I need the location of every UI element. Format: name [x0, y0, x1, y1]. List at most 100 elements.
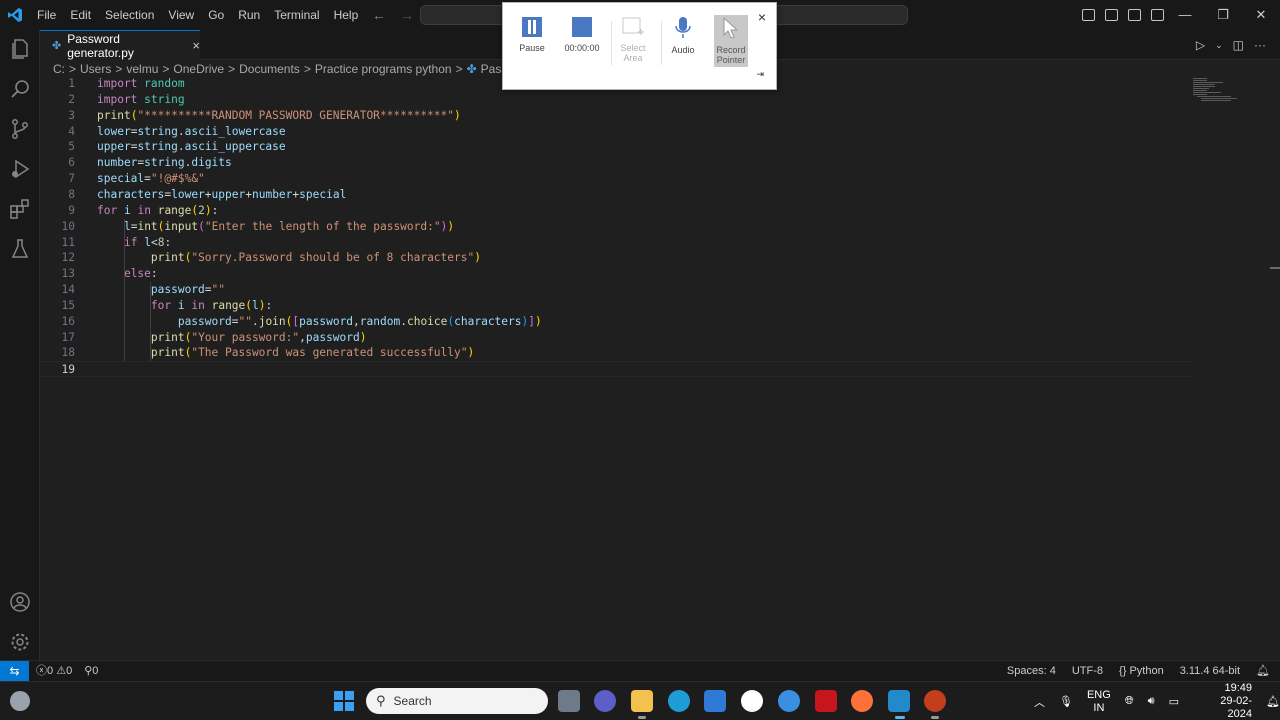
audio-button[interactable]: Audio — [661, 17, 705, 55]
menu-run[interactable]: Run — [231, 0, 267, 30]
code-line[interactable]: 14 password="" — [40, 282, 1190, 298]
search-icon[interactable] — [8, 77, 32, 101]
code-line[interactable]: 19 — [40, 361, 1190, 378]
line-number[interactable]: 5 — [40, 139, 75, 155]
clock[interactable]: 19:49 29-02-2024 — [1199, 682, 1252, 720]
pause-button[interactable]: Pause — [510, 17, 554, 53]
code-line[interactable]: 12 print("Sorry.Password should be of 8 … — [40, 250, 1190, 266]
testing-flask-icon[interactable] — [8, 237, 32, 261]
toggle-panel-icon[interactable] — [1105, 9, 1118, 21]
more-actions-icon[interactable]: ··· — [1254, 38, 1266, 52]
customize-layout-icon[interactable] — [1151, 9, 1164, 21]
back-arrow-icon[interactable]: ← — [372, 7, 386, 23]
code-editor[interactable]: 1 import random 2 import string 3 print("****… — [40, 76, 1270, 660]
line-number[interactable]: 10 — [40, 219, 75, 235]
encoding-indicator[interactable]: UTF-8 — [1072, 661, 1103, 681]
code-line[interactable]: 10 l=int(input("Enter the length of the … — [40, 219, 1190, 235]
line-number[interactable]: 15 — [40, 298, 75, 314]
github-icon[interactable] — [741, 690, 763, 712]
mcafee-icon[interactable] — [815, 690, 837, 712]
split-editor-icon[interactable]: ◫ — [1233, 38, 1244, 52]
restore-icon[interactable]: ❐ — [1204, 0, 1242, 30]
line-number[interactable]: 6 — [40, 155, 75, 171]
tab-password-generator[interactable]: ✤ Password generator.py × — [40, 30, 200, 60]
breadcrumb-users[interactable]: Users — [80, 62, 111, 76]
recorder-close-icon[interactable]: × — [758, 9, 766, 25]
code-line[interactable]: 2 import string — [40, 92, 1190, 108]
line-number[interactable]: 4 — [40, 124, 75, 140]
vscode-taskbar-icon[interactable] — [888, 690, 910, 712]
menu-edit[interactable]: Edit — [63, 0, 98, 30]
powerpoint-icon[interactable] — [924, 690, 946, 712]
run-python-file-icon[interactable]: ▷ — [1196, 38, 1205, 52]
toggle-secondary-sidebar-icon[interactable] — [1128, 9, 1141, 21]
run-debug-icon[interactable] — [8, 157, 32, 181]
line-number[interactable]: 3 — [40, 108, 75, 124]
select-area-button[interactable]: Select Area — [611, 17, 655, 63]
menu-view[interactable]: View — [161, 0, 201, 30]
code-line[interactable]: 5 upper=string.ascii_uppercase — [40, 139, 1190, 155]
line-number[interactable]: 8 — [40, 187, 75, 203]
breadcrumb-practice-folder[interactable]: Practice programs python — [315, 62, 452, 76]
file-explorer-icon[interactable] — [631, 690, 653, 712]
line-number[interactable]: 18 — [40, 345, 75, 361]
minimize-icon[interactable]: — — [1166, 0, 1204, 30]
code-line[interactable]: 15 for i in range(l): — [40, 298, 1190, 314]
line-number[interactable]: 17 — [40, 330, 75, 346]
teams-chat-icon[interactable] — [594, 690, 616, 712]
close-icon[interactable]: ✕ — [1242, 0, 1280, 30]
problems-indicator[interactable]: ⓧ0 ⚠0 — [36, 661, 72, 681]
breadcrumb-velmu[interactable]: velmu — [126, 62, 158, 76]
show-hidden-icons-icon[interactable]: ︿ — [1034, 694, 1045, 710]
microphone-tray-icon[interactable]: 🎙︎ — [1059, 695, 1073, 708]
battery-icon[interactable]: ▭ — [1169, 695, 1179, 708]
menu-file[interactable]: File — [30, 0, 63, 30]
help-icon[interactable] — [778, 690, 800, 712]
line-number[interactable]: 9 — [40, 203, 75, 219]
run-dropdown-chevron-icon[interactable]: ⌄ — [1215, 40, 1223, 51]
weather-icon[interactable] — [10, 691, 30, 711]
line-number[interactable]: 7 — [40, 171, 75, 187]
code-line[interactable]: 13 else: — [40, 266, 1190, 282]
code-line[interactable]: 17 print("Your password:",password) — [40, 330, 1190, 346]
line-number[interactable]: 14 — [40, 282, 75, 298]
minimap[interactable] — [1193, 77, 1243, 103]
notifications-bell-icon[interactable]: 🔔︎ — [1256, 661, 1270, 681]
python-interpreter[interactable]: 3.11.4 64-bit — [1180, 661, 1240, 681]
line-number[interactable]: 19 — [40, 362, 75, 378]
indentation-indicator[interactable]: Spaces: 4 — [1007, 661, 1056, 681]
code-line[interactable]: 11 if l<8: — [40, 235, 1190, 251]
firefox-icon[interactable] — [851, 690, 873, 712]
volume-icon[interactable]: 🔊︎ — [1148, 695, 1155, 708]
notification-center-icon[interactable]: 🔔︎ — [1266, 695, 1280, 708]
code-line[interactable]: 7 special="!@#$%&" — [40, 171, 1190, 187]
explorer-icon[interactable] — [8, 37, 32, 61]
microsoft-store-icon[interactable] — [704, 690, 726, 712]
code-line[interactable]: 18 print("The Password was generated suc… — [40, 345, 1190, 361]
forward-arrow-icon[interactable]: → — [400, 7, 414, 23]
toggle-primary-sidebar-icon[interactable] — [1082, 9, 1095, 21]
start-button-icon[interactable] — [334, 691, 354, 711]
code-line[interactable]: 8 characters=lower+upper+number+special — [40, 187, 1190, 203]
line-number[interactable]: 12 — [40, 250, 75, 266]
taskbar-search[interactable]: ⚲ Search — [366, 688, 548, 714]
vertical-scrollbar[interactable] — [1270, 267, 1280, 269]
accounts-icon[interactable] — [8, 590, 32, 614]
line-number[interactable]: 1 — [40, 76, 75, 92]
breadcrumb-onedrive[interactable]: OneDrive — [173, 62, 224, 76]
line-number[interactable]: 13 — [40, 266, 75, 282]
code-line[interactable]: 6 number=string.digits — [40, 155, 1190, 171]
menu-help[interactable]: Help — [327, 0, 366, 30]
edge-browser-icon[interactable] — [668, 690, 690, 712]
menu-terminal[interactable]: Terminal — [267, 0, 326, 30]
tab-close-icon[interactable]: × — [192, 38, 200, 53]
line-number[interactable]: 2 — [40, 92, 75, 108]
line-number[interactable]: 11 — [40, 235, 75, 251]
extensions-icon[interactable] — [8, 197, 32, 221]
remote-indicator-icon[interactable]: ⇆ — [0, 661, 29, 682]
breadcrumb-documents[interactable]: Documents — [239, 62, 300, 76]
line-number[interactable]: 16 — [40, 314, 75, 330]
ports-indicator[interactable]: ⚲0 — [84, 661, 98, 681]
stop-button[interactable]: 00:00:00 — [560, 17, 604, 53]
menu-go[interactable]: Go — [201, 0, 231, 30]
